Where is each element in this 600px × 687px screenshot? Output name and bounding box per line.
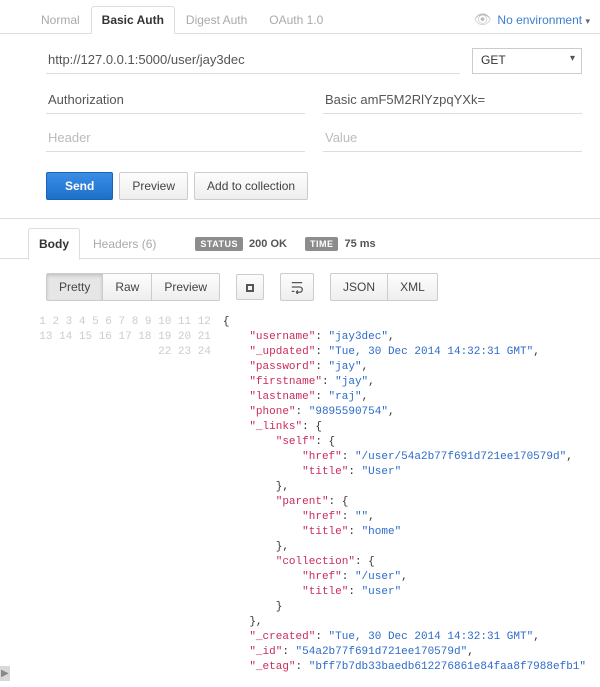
time-value: 75 ms bbox=[344, 238, 375, 250]
environment-label: No environment bbox=[497, 13, 582, 27]
tab-body[interactable]: Body bbox=[28, 228, 80, 260]
xml-button[interactable]: XML bbox=[388, 273, 438, 301]
method-select[interactable]: GET bbox=[472, 48, 582, 74]
status-label: STATUS bbox=[195, 237, 243, 251]
time-label: TIME bbox=[305, 237, 339, 251]
caret-down-icon: ▾ bbox=[585, 16, 590, 26]
url-input[interactable] bbox=[46, 48, 460, 74]
add-to-collection-button[interactable]: Add to collection bbox=[194, 172, 308, 200]
send-button[interactable]: Send bbox=[46, 172, 113, 200]
tab-headers[interactable]: Headers (6) bbox=[82, 228, 167, 260]
tab-digest-auth[interactable]: Digest Auth bbox=[175, 6, 258, 34]
code-content: { "username": "jay3dec", "_updated": "Tu… bbox=[221, 311, 588, 679]
auth-tabs: Normal Basic Auth Digest Auth OAuth 1.0 … bbox=[0, 0, 600, 34]
json-button[interactable]: JSON bbox=[330, 273, 388, 301]
tab-basic-auth[interactable]: Basic Auth bbox=[91, 6, 175, 34]
response-body: 1 2 3 4 5 6 7 8 9 10 11 12 13 14 15 16 1… bbox=[0, 311, 600, 687]
format-mode-segment: Pretty Raw Preview bbox=[46, 273, 220, 301]
response-meta: STATUS 200 OK TIME 75 ms bbox=[195, 237, 375, 251]
status-value: 200 OK bbox=[249, 238, 287, 250]
environment-selector[interactable]: No environment ▾ bbox=[497, 13, 590, 27]
header-value-blank[interactable] bbox=[323, 126, 582, 152]
header-name-blank[interactable] bbox=[46, 126, 305, 152]
sidebar-toggle-icon[interactable]: ▶ bbox=[0, 666, 10, 681]
raw-button[interactable]: Raw bbox=[103, 273, 152, 301]
header-value-input[interactable] bbox=[323, 88, 582, 114]
preview-response-button[interactable]: Preview bbox=[152, 273, 220, 301]
header-name-input[interactable] bbox=[46, 88, 305, 114]
wrap-lines-icon[interactable] bbox=[280, 273, 314, 301]
eye-icon: 👁 bbox=[474, 11, 492, 28]
tab-normal[interactable]: Normal bbox=[30, 6, 91, 34]
format-type-segment: JSON XML bbox=[330, 273, 438, 301]
line-gutter: 1 2 3 4 5 6 7 8 9 10 11 12 13 14 15 16 1… bbox=[28, 311, 221, 679]
pretty-button[interactable]: Pretty bbox=[46, 273, 103, 301]
method-value: GET bbox=[481, 53, 506, 67]
fullscreen-icon[interactable] bbox=[236, 274, 264, 300]
preview-button[interactable]: Preview bbox=[119, 172, 188, 200]
tab-oauth[interactable]: OAuth 1.0 bbox=[258, 6, 334, 34]
